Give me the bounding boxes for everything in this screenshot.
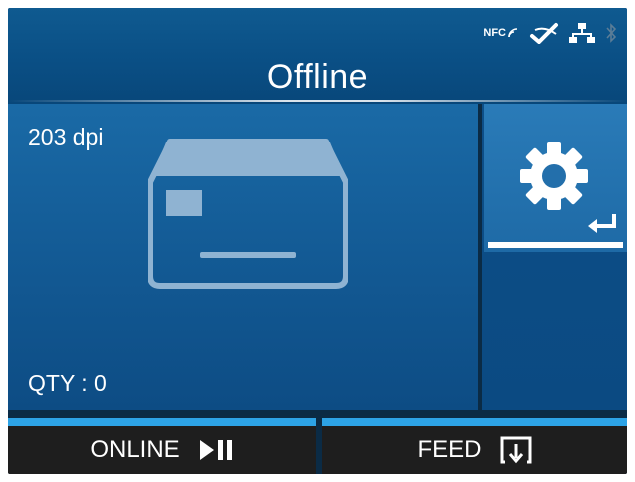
online-label: ONLINE xyxy=(90,436,180,463)
quantity-label: QTY : 0 xyxy=(28,370,107,396)
gear-icon xyxy=(520,142,588,210)
status-panel[interactable]: 203 dpi QTY : 0 xyxy=(8,104,478,410)
printer-icon xyxy=(148,139,348,289)
play-pause-icon xyxy=(199,440,232,460)
feed-label: FEED xyxy=(417,436,482,463)
printer-screen: NFC Offline 203 dpi QTY: 0 ONLINE FEED xyxy=(8,8,627,474)
resolution-label: 203 dpi xyxy=(28,124,104,150)
feed-icon xyxy=(500,436,531,464)
status-icons: NFC xyxy=(483,18,617,48)
bluetooth-icon xyxy=(606,23,617,43)
page-title: Offline xyxy=(266,58,369,96)
selection-underline xyxy=(488,242,623,248)
feed-button[interactable]: FEED xyxy=(322,426,627,474)
online-button[interactable]: ONLINE xyxy=(8,426,316,474)
header-divider xyxy=(8,100,627,102)
nfc-icon: NFC xyxy=(483,27,519,39)
enter-icon xyxy=(588,214,616,233)
header: NFC Offline xyxy=(8,8,627,104)
nfc-label: NFC xyxy=(483,27,506,39)
wireless-icon xyxy=(530,23,558,44)
network-icon xyxy=(569,23,595,43)
